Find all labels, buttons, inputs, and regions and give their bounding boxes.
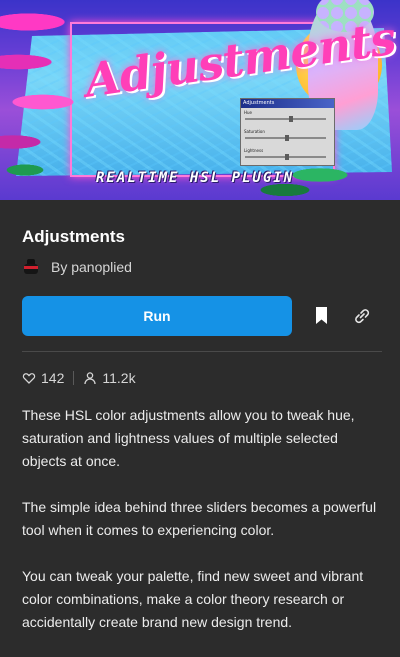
mini-slider-row: Hue [241,108,334,127]
author-avatar [22,258,40,276]
mini-slider-track [245,118,326,120]
description-paragraph: These HSL color adjustments allow you to… [22,407,355,469]
stats-row: 142 11.2k [22,369,136,387]
mini-slider-label: Saturation [244,129,265,134]
users-stat: 11.2k [83,370,136,386]
hero-subtitle: REALTIME HSL PLUGIN [96,170,295,186]
mini-slider-thumb [288,116,293,122]
mini-slider-row: Saturation [241,127,334,146]
users-count: 11.2k [102,370,136,386]
mini-slider-thumb [284,154,289,160]
plugin-detail-panel: Adjustments Adjustments Hue Saturation L… [0,0,400,657]
stats-separator [73,371,75,385]
mini-slider-label: Hue [244,110,253,115]
divider [22,351,382,352]
author-name[interactable]: By panoplied [51,259,132,275]
user-icon [84,372,97,385]
description-paragraph: The simple idea behind three sliders bec… [22,499,377,538]
plugin-description: These HSL color adjustments allow you to… [22,404,384,657]
likes-stat[interactable]: 142 [22,370,64,386]
heart-icon [22,373,36,384]
hero-mini-window: Adjustments Hue Saturation Lightness [240,98,335,166]
mini-window-title: Adjustments [241,99,334,108]
author-row[interactable]: By panoplied [22,258,132,276]
description-paragraph: You can tweak your palette, find new swe… [22,568,364,630]
plugin-title: Adjustments [22,227,125,246]
link-icon[interactable] [350,304,374,328]
mini-slider-row: Lightness [241,146,334,165]
mini-slider-thumb [284,135,289,141]
hero-palm-leaves-bottom [0,150,60,200]
bookmark-icon[interactable] [312,304,332,328]
mini-slider-label: Lightness [244,148,264,153]
likes-count: 142 [41,370,65,386]
run-button[interactable]: Run [22,296,292,336]
hero-banner: Adjustments Adjustments Hue Saturation L… [0,0,400,200]
